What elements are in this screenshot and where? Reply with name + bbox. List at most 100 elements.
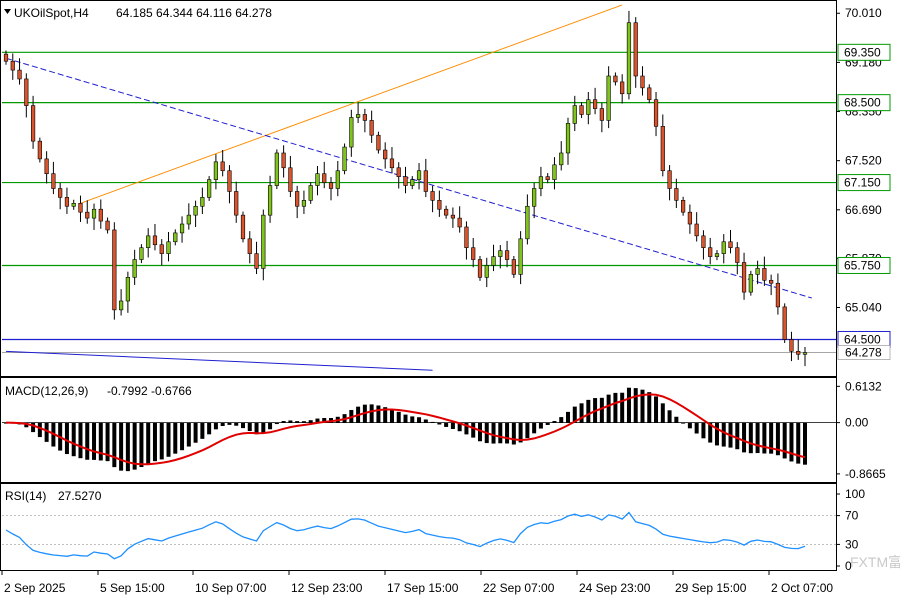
macd-bar [64,422,69,455]
candle-body [64,197,70,207]
macd-bar [376,405,381,423]
candle-body [775,282,781,308]
macd-bar [85,422,90,460]
trading-chart: UKOilSpot,H4 64.185 64.344 64.116 64.278… [0,0,900,595]
rsi-pane [0,483,837,571]
candle-body [58,188,63,198]
macd-bar [410,416,415,423]
candle-body [450,214,455,219]
macd-bar [735,422,740,450]
rsi-tick-label: 70 [845,509,859,523]
macd-tick-label: 0.6132 [845,379,882,393]
candle-body [98,208,103,222]
candle-body [748,274,753,293]
macd-bar [247,422,252,431]
candle-body [559,152,564,166]
macd-bar [139,422,144,468]
macd-bar [112,422,117,468]
macd-bar [450,422,455,430]
macd-bar [626,387,631,423]
candle-body [769,279,774,284]
macd-bar [742,422,747,453]
macd-bar [694,422,699,434]
candle-body [701,235,706,249]
macd-bar [98,422,103,461]
candle-body [572,105,577,124]
level-tag-label: 65.750 [844,258,881,272]
time-tick-label: 24 Sep 23:00 [579,581,651,595]
candle-body [213,161,219,180]
macd-bar [620,392,625,423]
candle-body [166,241,171,254]
macd-bar [159,422,164,460]
candle-body [626,22,632,95]
candle-body [647,87,652,100]
candle-body [78,203,83,213]
macd-bar [240,422,245,429]
candle-body [207,179,212,198]
macd-bar [207,422,212,435]
candle-body [728,241,733,249]
price-tick-label: 66.690 [845,203,882,217]
macd-bar [532,422,537,434]
candle-body [504,250,510,260]
current-price-label: 64.278 [845,346,882,360]
candle-body [741,262,747,293]
candle-body [444,208,449,216]
macd-bar [599,397,604,423]
candle-body [139,247,144,260]
macd-bar [281,421,286,423]
candle-body [545,176,550,180]
macd-bar [119,422,124,471]
candle-body [342,146,347,172]
macd-bar [505,422,510,444]
macd-bar [213,422,218,430]
time-tick-label: 10 Sep 07:00 [195,581,267,595]
candle-body [376,134,381,151]
macd-bar [552,421,557,423]
candle-body [261,214,266,269]
candle-body [565,123,571,154]
time-tick-label: 17 Sep 15:00 [387,581,459,595]
macd-bar [687,422,692,429]
macd-bar [613,392,618,423]
candle-body [173,232,178,243]
macd-bar [125,422,130,472]
macd-bar [396,411,401,423]
candle-body [146,235,151,249]
candle-body [247,238,252,254]
rsi-tick-label: 30 [845,537,859,551]
candle-body [579,105,584,115]
macd-bar [71,422,76,457]
candle-body [369,120,374,136]
macd-bar [789,422,794,462]
candle-body [254,253,259,269]
candle-body [281,152,286,169]
macd-bar [803,422,807,465]
macd-bar [674,416,679,423]
macd-bar [654,396,659,423]
candle-body [416,170,422,180]
level-tag-label: 69.350 [844,45,881,59]
candle-body [193,205,198,216]
candle-body [592,99,598,109]
macd-bar [471,422,476,438]
macd-bar [525,422,530,439]
macd-bar [606,394,611,423]
candle-body [179,223,185,234]
candle-body [667,170,672,189]
time-tick-label: 12 Sep 23:00 [291,581,363,595]
macd-bar [796,422,801,464]
candle-body [315,173,320,186]
candle-body [782,306,787,340]
candle-body [471,247,476,260]
macd-bar [403,414,408,423]
candle-body [525,205,530,240]
macd-bar [261,422,266,433]
macd-bar [667,410,672,423]
macd-bar [701,422,706,439]
macd-bar [498,422,503,444]
candle-body [511,259,516,275]
candle-body [687,211,692,225]
candle-body [335,170,340,189]
